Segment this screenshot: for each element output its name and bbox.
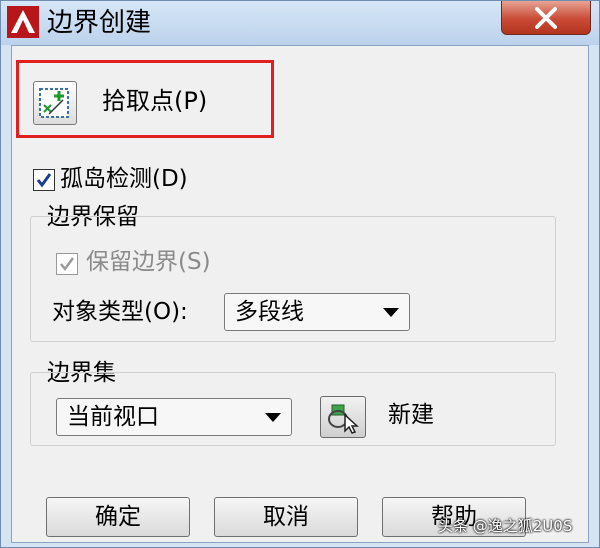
retain-boundaries-checkbox[interactable] — [56, 253, 78, 275]
island-detection-label: 孤岛检测(D) — [60, 166, 188, 192]
boundary-set-value: 当前视口 — [67, 404, 159, 430]
chevron-down-icon — [265, 413, 281, 422]
pick-points-button[interactable] — [33, 81, 77, 125]
autocad-a-icon — [7, 6, 39, 38]
cancel-button[interactable]: 取消 — [214, 497, 358, 537]
ok-button[interactable]: 确定 — [46, 497, 190, 537]
window-title: 边界创建 — [47, 8, 152, 38]
title-bar[interactable]: 边界创建 — [1, 1, 599, 45]
object-type-dropdown[interactable]: 多段线 — [224, 293, 410, 331]
object-type-value: 多段线 — [235, 299, 304, 325]
island-detection-checkbox[interactable] — [33, 169, 55, 191]
chevron-down-icon — [383, 308, 399, 317]
pick-points-label: 拾取点(P) — [102, 87, 208, 115]
select-objects-icon — [328, 404, 359, 434]
close-icon — [535, 7, 557, 29]
close-button[interactable] — [501, 1, 591, 35]
checkmark-icon — [60, 257, 75, 272]
boundary-set-dropdown[interactable]: 当前视口 — [56, 398, 292, 436]
new-label: 新建 — [388, 402, 434, 428]
new-boundary-set-button[interactable] — [320, 396, 366, 438]
checkmark-icon — [36, 173, 52, 188]
pick-points-icon — [39, 88, 69, 118]
object-type-label: 对象类型(O): — [52, 299, 188, 325]
retain-boundaries-label: 保留边界(S) — [86, 249, 211, 275]
watermark-text: 头条 @逸之狐2U0S — [438, 517, 573, 535]
